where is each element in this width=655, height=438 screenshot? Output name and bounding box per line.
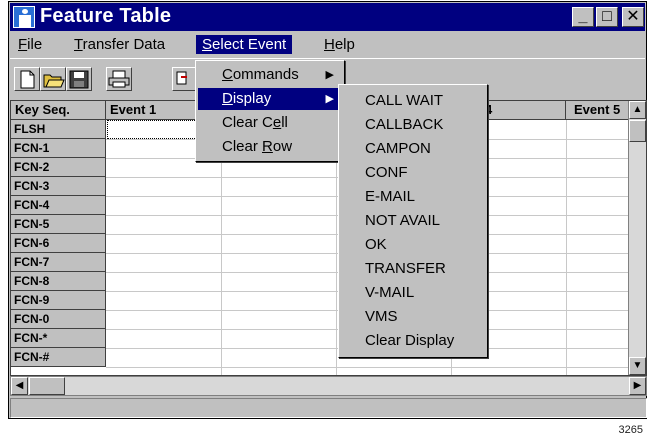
header-key-seq: Key Seq. [11,101,106,120]
new-document-icon[interactable] [14,67,40,91]
display-item[interactable]: V-MAIL [341,281,485,305]
display-item[interactable]: CALL WAIT [341,89,485,113]
status-bar [10,398,647,418]
row-header[interactable]: FCN-3 [11,177,106,196]
horizontal-scrollbar[interactable]: ◀ ▶ [10,376,647,396]
scroll-up-arrow-icon[interactable]: ▲ [629,101,646,119]
display-submenu: CALL WAIT CALLBACK CAMPON CONF E-MAIL NOT AVA… [338,84,488,358]
row-divider [106,367,628,368]
display-item[interactable]: TRANSFER [341,257,485,281]
maximize-button[interactable]: □ [596,7,618,27]
row-header[interactable]: FCN-5 [11,215,106,234]
row-header[interactable]: FLSH [11,120,106,139]
row-header[interactable]: FCN-8 [11,272,106,291]
header-event-5[interactable]: Event 5 [566,101,630,120]
title-bar[interactable]: Feature Table _ □ ✕ [10,3,645,31]
menu-bar: File Transfer Data Select Event Help [10,32,645,56]
menu-item-clear-row[interactable]: Clear Row [198,136,342,158]
scroll-down-arrow-icon[interactable]: ▼ [629,357,646,375]
row-header[interactable]: FCN-0 [11,310,106,329]
row-header[interactable]: FCN-4 [11,196,106,215]
menu-item-display[interactable]: Display ▶ [198,88,342,110]
scroll-right-arrow-icon[interactable]: ▶ [629,377,646,395]
close-button[interactable]: ✕ [622,7,644,27]
row-header[interactable]: FCN-9 [11,291,106,310]
scroll-left-arrow-icon[interactable]: ◀ [11,377,28,395]
save-disk-icon[interactable] [66,67,92,91]
display-item[interactable]: E-MAIL [341,185,485,209]
row-header[interactable]: FCN-2 [11,158,106,177]
display-item[interactable]: Clear Display [341,329,485,353]
row-header[interactable]: FCN-1 [11,139,106,158]
vertical-scroll-thumb[interactable] [629,120,646,142]
row-header[interactable]: FCN-# [11,348,106,367]
window-title: Feature Table [40,5,172,27]
figure-number: 3265 [618,424,643,436]
menu-item-clear-cell[interactable]: Clear Cell [198,112,342,134]
menu-help[interactable]: Help [318,35,361,54]
menu-transfer-data[interactable]: Transfer Data [68,35,171,54]
display-item[interactable]: CALLBACK [341,113,485,137]
display-item[interactable]: OK [341,233,485,257]
app-user-icon[interactable] [13,6,35,28]
display-item[interactable]: CAMPON [341,137,485,161]
display-item[interactable]: VMS [341,305,485,329]
select-event-dropdown: Commands ▶ Display ▶ Clear Cell Clear Row [195,60,345,162]
row-header[interactable]: FCN-7 [11,253,106,272]
menu-item-commands[interactable]: Commands ▶ [198,64,342,86]
minimize-button[interactable]: _ [572,7,594,27]
horizontal-scroll-thumb[interactable] [29,377,65,395]
print-icon[interactable] [106,67,132,91]
row-header[interactable]: FCN-* [11,329,106,348]
open-folder-icon[interactable] [40,67,66,91]
display-item[interactable]: NOT AVAIL [341,209,485,233]
menu-file[interactable]: File [12,35,48,54]
row-header[interactable]: FCN-6 [11,234,106,253]
vertical-scrollbar[interactable]: ▲ ▼ [628,101,646,375]
display-item[interactable]: CONF [341,161,485,185]
menu-select-event[interactable]: Select Event [196,35,293,54]
